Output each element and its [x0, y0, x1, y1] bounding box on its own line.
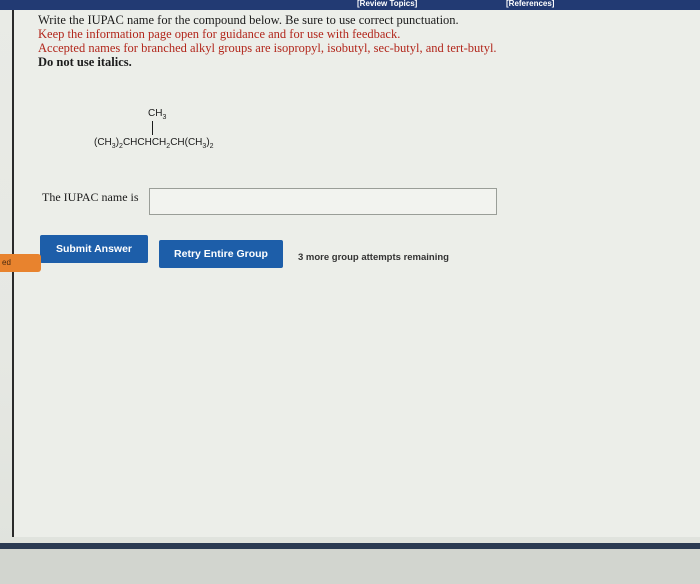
structure-bond-line	[152, 121, 153, 135]
instructions: Write the IUPAC name for the compound be…	[38, 13, 558, 69]
instruction-line-2: Keep the information page open for guida…	[38, 27, 401, 41]
side-tab[interactable]: ed	[0, 254, 41, 272]
retry-entire-group-button[interactable]: Retry Entire Group	[159, 240, 283, 268]
review-topics-link[interactable]: [Review Topics]	[357, 0, 417, 8]
question-panel	[12, 10, 700, 537]
top-nav-bar: [Review Topics] [References]	[0, 0, 700, 10]
instruction-line-1: Write the IUPAC name for the compound be…	[38, 13, 459, 27]
submit-answer-button[interactable]: Submit Answer	[40, 235, 148, 263]
answer-label: The IUPAC name is	[42, 190, 139, 204]
structure-main-chain: (CH3)2CHCHCH2CH(CH3)2	[94, 137, 214, 150]
references-link[interactable]: [References]	[506, 0, 554, 8]
instruction-line-3: Accepted names for branched alkyl groups…	[38, 41, 497, 55]
structure-branch-ch3: CH3	[148, 108, 167, 121]
instruction-line-4: Do not use italics.	[38, 55, 132, 69]
iupac-name-input[interactable]	[149, 188, 497, 215]
compound-structure: CH3 (CH3)2CHCHCH2CH(CH3)2	[94, 108, 264, 158]
bottom-area	[0, 549, 700, 584]
screen: [Review Topics] [References] Write the I…	[0, 0, 700, 584]
attempts-remaining-text: 3 more group attempts remaining	[298, 252, 449, 263]
